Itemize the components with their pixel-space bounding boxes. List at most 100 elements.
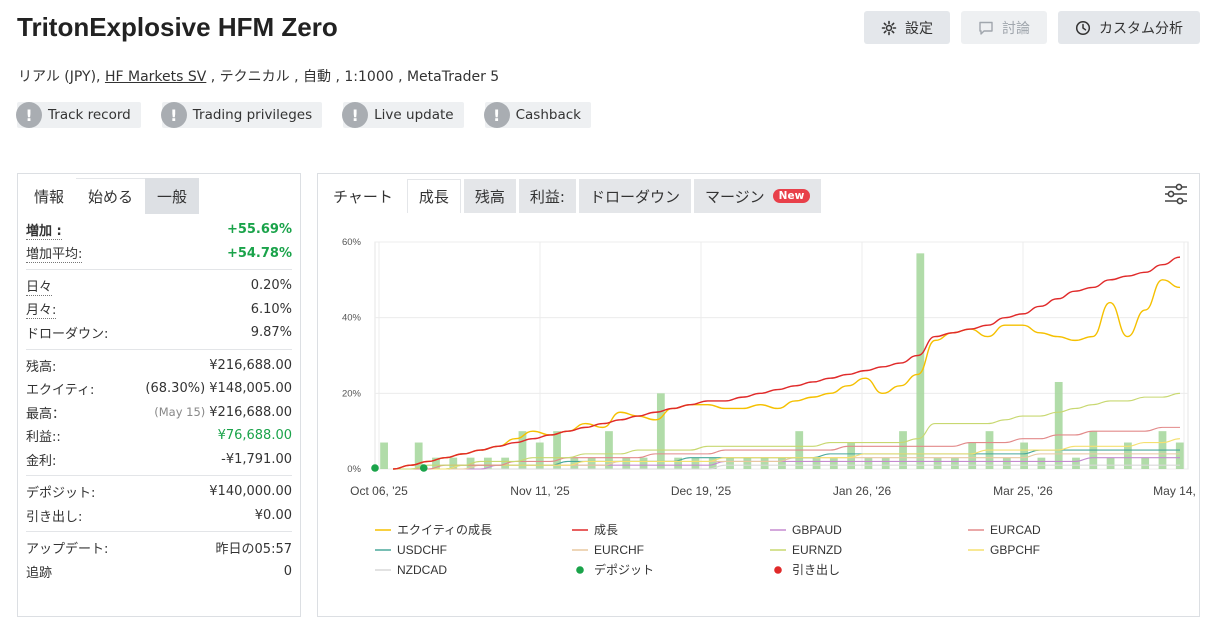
chart-bar [899,431,907,469]
tab-info[interactable]: 情報 [22,178,77,214]
stat-profit: 利益:: ¥76,688.00 [26,424,292,448]
chart-bar [1002,457,1011,469]
chart-bar [864,457,873,469]
divider [26,348,292,350]
tab-drawdown[interactable]: ドローダウン [578,179,691,213]
stat-withdrawals: 引き出し: ¥0.00 [26,504,292,528]
chart-bar [639,457,648,469]
stat-value: 昨日の05:57 [215,542,292,558]
badge-label: Trading privileges [192,107,313,123]
comment-icon [979,21,993,35]
badge-label: Cashback [515,107,581,123]
x-tick-label: Jan 26, '26 [833,484,892,498]
chart-bar [933,457,942,469]
badge-track-record[interactable]: ! Track record [16,102,141,128]
warning-icon: ! [342,102,369,128]
tab-start[interactable]: 始める [76,178,146,214]
stat-drawdown: ドローダウン: 9.87% [26,321,292,345]
subtitle-suffix: , テクニカル , 自動 , 1:1000 , MetaTrader 5 [206,69,500,85]
chart-bar [829,457,838,469]
badge-trading-privileges[interactable]: ! Trading privileges [160,102,323,128]
stat-value: ¥76,688.00 [217,428,292,444]
stat-label: ドローダウン: [26,327,109,343]
discuss-button[interactable]: 討論 [961,11,1047,44]
stat-label: エクイティ: [26,383,95,399]
stat-value: (May 15) ¥216,688.00 [154,405,292,420]
legend-label: GBPAUD [792,523,842,537]
stat-label: 残高: [26,359,57,375]
chart-bar [380,442,388,469]
chart-settings-icon[interactable] [1163,182,1189,206]
chart-bar [1054,381,1063,469]
chart-bar [760,457,769,469]
clock-icon [1075,20,1091,35]
warning-icon: ! [160,102,187,128]
stat-deposits: デポジット: ¥140,000.00 [26,480,292,504]
stat-label: デポジット: [26,486,96,502]
y-tick-label: 0% [347,464,361,475]
stat-value: +54.78% [226,245,292,261]
x-tick-label: Nov 11, '25 [510,484,570,498]
stat-value: -¥1,791.00 [221,451,292,467]
stat-balance: 残高: ¥216,688.00 [26,354,292,378]
badge-cashback[interactable]: ! Cashback [483,102,591,128]
stat-value: 9.87% [250,325,292,341]
custom-analysis-button[interactable]: カスタム分析 [1058,11,1200,44]
stat-label: 追跡 [26,565,53,581]
chart-bar [881,457,890,469]
stat-equity: エクイティ: (68.30%) ¥148,005.00 [26,377,292,401]
chart-bar [691,457,700,469]
legend-label: EURCHF [594,543,644,557]
stat-value: 0.20% [250,278,292,294]
stat-label: アップデート: [26,542,109,558]
stat-value: ¥140,000.00 [209,484,292,500]
x-tick-label: Oct 06, '25 [350,484,408,498]
stat-abs-gain: 増加平均: +54.78% [26,242,292,266]
highest-amount: ¥216,688.00 [209,404,292,420]
stat-daily: 日々 0.20% [26,274,292,298]
x-tick-label: Mar 25, '26 [993,484,1053,498]
chart-bar [1106,457,1115,469]
warning-icon: ! [16,102,42,128]
legend-marker-withdrawal [774,566,782,574]
stat-label: 月々: [26,299,57,320]
stat-value: 6.10% [250,301,292,317]
stat-value: ¥216,688.00 [209,357,292,373]
stat-interest: 金利: -¥1,791.00 [26,448,292,472]
chart-bar [812,457,821,469]
stat-value: 0 [283,563,292,579]
chart-bar [743,457,752,469]
tab-profit[interactable]: 利益: [518,179,576,213]
highest-date: (May 15) [154,404,206,419]
badge-label: Live update [374,107,454,123]
tab-margin-label: マージン [704,187,765,206]
chart-tabs: チャート 成長 残高 利益: ドローダウン マージン New [318,174,1199,214]
chart-bar [1141,457,1150,469]
chart-panel: チャート 成長 残高 利益: ドローダウン マージン New 0% 20% 40% 60… [317,173,1200,617]
tab-balance[interactable]: 残高 [463,179,516,213]
tab-general[interactable]: 一般 [145,178,200,214]
tab-growth[interactable]: 成長 [406,179,461,213]
page-title: TritonExplosive HFM Zero [17,12,338,42]
legend-label: NZDCAD [397,563,447,577]
tab-chart[interactable]: チャート [322,179,404,213]
tab-margin[interactable]: マージン New [693,179,822,213]
badge-live-update[interactable]: ! Live update [342,102,464,128]
chart-bar [656,393,665,469]
warning-icon: ! [483,102,510,128]
equity-percent: (68.30%) [145,381,206,397]
chart-bar [951,457,959,469]
discuss-label: 討論 [1002,20,1030,37]
new-badge: New [772,189,811,203]
settings-button[interactable]: 設定 [864,11,950,44]
verification-badges: ! Track record ! Trading privileges ! Live … [16,102,591,128]
stats-tabs: 情報 始める 一般 [18,174,300,214]
chart-bar [1037,457,1046,469]
header-actions: 設定 討論 カスタム分析 [864,11,1200,44]
broker-link[interactable]: HF Markets SV [105,69,206,85]
stat-value: +55.69% [226,222,292,238]
stat-value: (68.30%) ¥148,005.00 [145,381,292,396]
legend-marker-deposit [576,566,584,574]
deposit-marker [419,464,428,472]
stat-tracking: 追跡 0 [26,560,292,584]
